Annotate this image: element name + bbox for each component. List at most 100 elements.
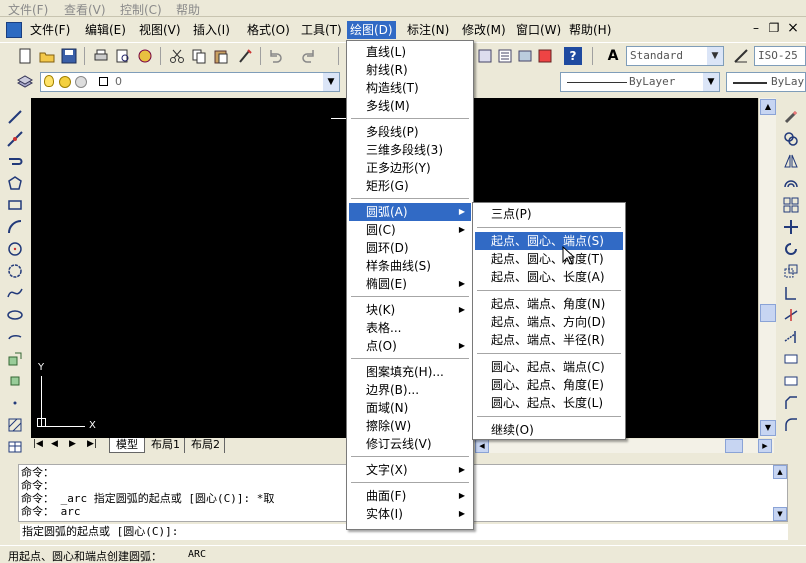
spline-icon[interactable] [6, 284, 24, 302]
construction-line-icon[interactable] [6, 130, 24, 148]
host-menu-view[interactable]: 查看(V) [64, 1, 106, 18]
mirror-icon[interactable] [782, 152, 800, 170]
undo-icon[interactable] [266, 47, 284, 65]
publish-icon[interactable] [136, 47, 154, 65]
draw-menu-item[interactable]: 矩形(G) [349, 177, 471, 195]
dim-style-select[interactable]: ISO-25 [754, 46, 806, 66]
draw-menu-item[interactable]: 边界(B)... [349, 381, 471, 399]
insert-block-icon[interactable] [6, 350, 24, 368]
toolpalettes-icon[interactable] [536, 47, 554, 65]
chamfer-icon[interactable] [782, 394, 800, 412]
draw-menu-item[interactable]: 构造线(T) [349, 79, 471, 97]
tab-layout1[interactable]: 布局1 [147, 438, 185, 453]
draw-menu-item[interactable]: 射线(R) [349, 61, 471, 79]
text-style-icon[interactable]: A [604, 47, 622, 65]
arc-submenu-item[interactable]: 圆心、起点、角度(E) [475, 376, 623, 394]
scale-icon[interactable] [782, 262, 800, 280]
draw-menu-item[interactable]: 曲面(F) ▶ [349, 487, 471, 505]
host-menu-control[interactable]: 控制(C) [120, 1, 162, 18]
hatch-icon[interactable] [6, 416, 24, 434]
host-menu-file[interactable]: 文件(F) [8, 1, 48, 18]
paste-icon[interactable] [212, 47, 230, 65]
scroll-down-button[interactable]: ▼ [760, 420, 776, 436]
polygon-icon[interactable] [6, 174, 24, 192]
preview-icon[interactable] [114, 47, 132, 65]
copy-object-icon[interactable] [782, 130, 800, 148]
linetype-select[interactable]: ByLayer ▼ [560, 72, 720, 92]
draw-menu-item[interactable]: 点(O) ▶ [349, 337, 471, 355]
circle-icon[interactable] [6, 240, 24, 258]
move-icon[interactable] [782, 218, 800, 236]
draw-menu-item[interactable]: 表格... [349, 319, 471, 337]
arc-submenu-item[interactable]: 圆心、起点、长度(L) [475, 394, 623, 412]
draw-menu-item[interactable]: 多线(M) [349, 97, 471, 115]
draw-menu-item[interactable]: 面域(N) [349, 399, 471, 417]
point-icon[interactable] [6, 394, 24, 412]
polyline-icon[interactable] [6, 152, 24, 170]
menu-3[interactable]: 插入(I) [190, 21, 233, 39]
dim-style-icon[interactable] [732, 47, 750, 65]
menu-5[interactable]: 工具(T) [298, 21, 345, 39]
cut-icon[interactable] [168, 47, 186, 65]
layer-manager-icon[interactable] [16, 73, 34, 91]
save-icon[interactable] [60, 47, 78, 65]
chevron-down-icon[interactable]: ▼ [707, 47, 723, 65]
scroll-left-button[interactable]: ◀ [475, 439, 489, 453]
redo-icon[interactable] [300, 47, 318, 65]
menu-1[interactable]: 编辑(E) [82, 21, 129, 39]
join-icon[interactable] [782, 372, 800, 390]
app-icon[interactable] [6, 22, 22, 38]
table-icon[interactable] [6, 438, 24, 456]
properties-icon[interactable] [496, 47, 514, 65]
tab-layout2[interactable]: 布局2 [187, 438, 225, 453]
lineweight-select[interactable]: ByLay [726, 72, 806, 92]
array-icon[interactable] [782, 196, 800, 214]
draw-menu-item[interactable]: 实体(I) ▶ [349, 505, 471, 523]
plot-icon[interactable] [92, 47, 110, 65]
menu-0[interactable]: 文件(F) [27, 21, 73, 39]
h-scroll-thumb[interactable] [725, 439, 743, 453]
arc-submenu-item[interactable]: 三点(P) [475, 205, 623, 223]
prev-tab-button[interactable]: ◀ [51, 439, 58, 449]
close-button[interactable]: × [785, 20, 801, 36]
next-tab-button[interactable]: ▶ [69, 439, 76, 449]
pan-icon[interactable] [476, 47, 494, 65]
draw-menu-item[interactable]: 擦除(W) [349, 417, 471, 435]
draw-menu-item[interactable]: 椭圆(E) ▶ [349, 275, 471, 293]
draw-menu-item[interactable]: 文字(X) ▶ [349, 461, 471, 479]
menu-4[interactable]: 格式(O) [244, 21, 293, 39]
draw-menu-item[interactable]: 正多边形(Y) [349, 159, 471, 177]
arc-submenu-item[interactable]: 起点、端点、角度(N) [475, 295, 623, 313]
draw-menu-item[interactable]: 块(K) ▶ [349, 301, 471, 319]
rectangle-icon[interactable] [6, 196, 24, 214]
cmd-scroll-down[interactable]: ▼ [773, 507, 787, 521]
rotate-icon[interactable] [782, 240, 800, 258]
ellipse-arc-icon[interactable] [6, 328, 24, 346]
scroll-right-button[interactable]: ▶ [758, 439, 772, 453]
cmd-scroll-up[interactable]: ▲ [773, 465, 787, 479]
draw-menu-item[interactable]: 直线(L) [349, 43, 471, 61]
minimize-button[interactable]: – [748, 21, 764, 37]
draw-menu-item[interactable]: 三维多段线(3) [349, 141, 471, 159]
draw-menu-item[interactable]: 样条曲线(S) [349, 257, 471, 275]
arc-submenu-item[interactable]: 起点、圆心、端点(S) [475, 232, 623, 250]
draw-menu-item[interactable]: 修订云线(V) [349, 435, 471, 453]
draw-menu-item[interactable]: 圆弧(A) ▶ [349, 203, 471, 221]
offset-icon[interactable] [782, 174, 800, 192]
menu-6[interactable]: 绘图(D) [347, 21, 396, 39]
extend-icon[interactable] [782, 328, 800, 346]
chevron-down-icon[interactable]: ▼ [323, 73, 339, 91]
draw-menu-item[interactable]: 多段线(P) [349, 123, 471, 141]
chevron-down-icon[interactable]: ▼ [703, 73, 719, 91]
arc-icon[interactable] [6, 218, 24, 236]
arc-submenu-item[interactable]: 继续(O) [475, 421, 623, 439]
fillet-icon[interactable] [782, 416, 800, 434]
arc-submenu-item[interactable]: 起点、端点、方向(D) [475, 313, 623, 331]
draw-menu-item[interactable]: 圆环(D) [349, 239, 471, 257]
scroll-thumb[interactable] [760, 304, 776, 322]
arc-submenu-item[interactable]: 起点、圆心、长度(A) [475, 268, 623, 286]
ellipse-icon[interactable] [6, 306, 24, 324]
trim-icon[interactable] [782, 306, 800, 324]
restore-button[interactable]: ❐ [766, 21, 782, 37]
vertical-scrollbar[interactable]: ▲ ▼ [758, 98, 776, 438]
